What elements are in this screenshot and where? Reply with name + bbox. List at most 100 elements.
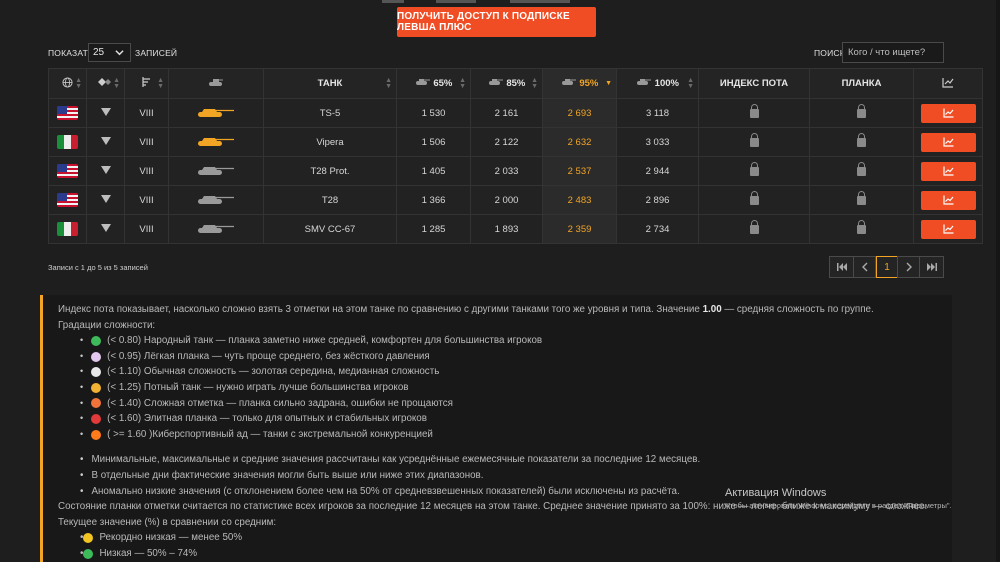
prev-page-button[interactable] xyxy=(853,256,876,278)
sort-icon: ▲ ▼ xyxy=(531,77,538,90)
chart-icon xyxy=(942,166,953,176)
col-65[interactable]: 65% ▲ ▼ xyxy=(396,68,471,99)
tank-image-cell xyxy=(168,156,264,186)
grades-list: • (< 0.80) Народный танк — планка заметно… xyxy=(80,333,952,442)
nation-cell xyxy=(48,98,87,128)
chart-button[interactable] xyxy=(920,219,976,239)
status-dot-icon xyxy=(83,548,94,559)
tank-image-cell xyxy=(168,127,264,157)
value-65-cell: 1 405 xyxy=(396,156,471,186)
tank-name-cell[interactable]: Vipera xyxy=(263,127,397,157)
grade-dot-icon xyxy=(91,413,102,424)
chart-cell xyxy=(913,156,983,186)
tier-cell: VIII xyxy=(124,214,169,244)
search-input[interactable] xyxy=(842,42,944,63)
table-row[interactable]: VIII Vipera 1 506 2 122 2 632 3 033 xyxy=(48,127,983,157)
tank-name-cell[interactable]: T28 Prot. xyxy=(263,156,397,186)
tank-image-cell xyxy=(168,185,264,215)
last-page-button[interactable] xyxy=(919,256,944,278)
tank-name-cell[interactable]: SMV CC-67 xyxy=(263,214,397,244)
sweat-index-cell xyxy=(698,127,810,157)
tank-mark-icon xyxy=(415,78,431,89)
chart-button[interactable] xyxy=(920,161,976,181)
lock-icon xyxy=(857,191,866,205)
lock-icon xyxy=(749,162,759,176)
bullet: • xyxy=(80,381,84,392)
chart-button[interactable] xyxy=(920,103,976,123)
note-item: Минимальные, максимальные и средние знач… xyxy=(80,452,952,468)
table-row[interactable]: VIII TS-5 1 530 2 161 2 693 3 118 xyxy=(48,98,983,128)
chart-button[interactable] xyxy=(920,190,976,210)
grade-item: • (< 1.25) Потный танк — нужно играть луч… xyxy=(80,380,952,396)
scrollbar[interactable] xyxy=(996,0,1000,562)
chart-cell xyxy=(913,185,983,215)
bar-cell xyxy=(809,127,914,157)
current-list: • Рекордно низкая — менее 50% • Низкая — 50… xyxy=(80,530,952,561)
lock-icon xyxy=(749,133,759,147)
first-page-button[interactable] xyxy=(829,256,854,278)
col-tier[interactable]: ▲ ▼ xyxy=(124,68,169,99)
current-item: • Низкая — 50% – 74% xyxy=(80,546,952,562)
sweat-index-info-panel: Индекс пота показывает, насколько сложно… xyxy=(40,295,952,562)
value-65-cell: 1 285 xyxy=(396,214,471,244)
table-row[interactable]: VIII T28 1 366 2 000 2 483 2 896 xyxy=(48,185,983,215)
nation-cell xyxy=(48,214,87,244)
col-95[interactable]: 95% ▼ xyxy=(542,68,617,99)
tanks-table: ▲ ▼ ▲ ▼ ▲ ▼ ТАНК ▲ ▼ 65% ▲ ▼ 85% ▲ ▼ 95%… xyxy=(48,68,983,244)
lock-icon xyxy=(857,133,866,147)
sort-icon: ▲ ▼ xyxy=(113,77,120,90)
col-85[interactable]: 85% ▲ ▼ xyxy=(470,68,543,99)
bar-cell xyxy=(809,156,914,186)
tank-mark-icon xyxy=(488,78,504,89)
page-size-select[interactable]: 25 xyxy=(88,43,131,62)
page-1-button[interactable]: 1 xyxy=(876,256,898,278)
lock-icon xyxy=(857,104,866,118)
sweat-index-cell xyxy=(698,214,810,244)
type-cell xyxy=(86,185,125,215)
tank-image-cell xyxy=(168,98,264,128)
chart-button[interactable] xyxy=(920,132,976,152)
table-row[interactable]: VIII T28 Prot. 1 405 2 033 2 537 2 944 xyxy=(48,156,983,186)
lock-icon xyxy=(857,162,866,176)
tank-type-icon xyxy=(100,107,111,116)
col-100[interactable]: 100% ▲ ▼ xyxy=(616,68,699,99)
grades-title: Градации сложности: xyxy=(58,319,156,331)
subscription-access-button[interactable]: ПОЛУЧИТЬ ДОСТУП К ПОДПИСКЕ ЛЕВША ПЛЮС xyxy=(397,7,596,37)
col-tank[interactable]: ТАНК ▲ ▼ xyxy=(263,68,397,99)
chart-icon xyxy=(942,137,953,147)
tank-silhouette-icon xyxy=(208,79,224,90)
nation-cell xyxy=(48,185,87,215)
value-65-cell: 1 506 xyxy=(396,127,471,157)
star-icon xyxy=(83,533,94,544)
value-100-cell: 2 896 xyxy=(616,185,699,215)
tank-name-cell[interactable]: TS-5 xyxy=(263,98,397,128)
tank-type-icon xyxy=(100,165,111,174)
grade-item: • (< 1.60) Элитная планка — только для оп… xyxy=(80,411,952,427)
sort-icon: ▲ ▼ xyxy=(459,77,466,90)
next-page-button[interactable] xyxy=(897,256,920,278)
chevron-down-icon xyxy=(115,48,124,59)
sort-icon: ▲ ▼ xyxy=(687,77,694,90)
col-type[interactable]: ▲ ▼ xyxy=(86,68,125,99)
bar-cell xyxy=(809,214,914,244)
tank-silhouette-icon xyxy=(197,106,235,121)
value-85-cell: 1 893 xyxy=(470,214,543,244)
tier-cell: VIII xyxy=(124,98,169,128)
col-nation[interactable]: ▲ ▼ xyxy=(48,68,87,99)
usa-flag-icon xyxy=(57,193,78,207)
tank-name-cell[interactable]: T28 xyxy=(263,185,397,215)
chart-cell xyxy=(913,214,983,244)
nation-cell xyxy=(48,156,87,186)
tier-cell: VIII xyxy=(124,127,169,157)
tank-mark-icon xyxy=(636,78,652,89)
usa-flag-icon xyxy=(57,106,78,120)
table-row[interactable]: VIII SMV CC-67 1 285 1 893 2 359 2 734 xyxy=(48,214,983,244)
value-85-cell: 2 033 xyxy=(470,156,543,186)
show-label: ПОКАЗАТЬ xyxy=(48,48,94,58)
tier-cell: VIII xyxy=(124,156,169,186)
current-text: Рекордно низкая — менее 50% xyxy=(99,532,243,544)
tank-silhouette-icon xyxy=(197,193,235,208)
tank-type-icon xyxy=(100,194,111,203)
bullet: • xyxy=(80,397,84,408)
col-chart xyxy=(913,68,983,99)
